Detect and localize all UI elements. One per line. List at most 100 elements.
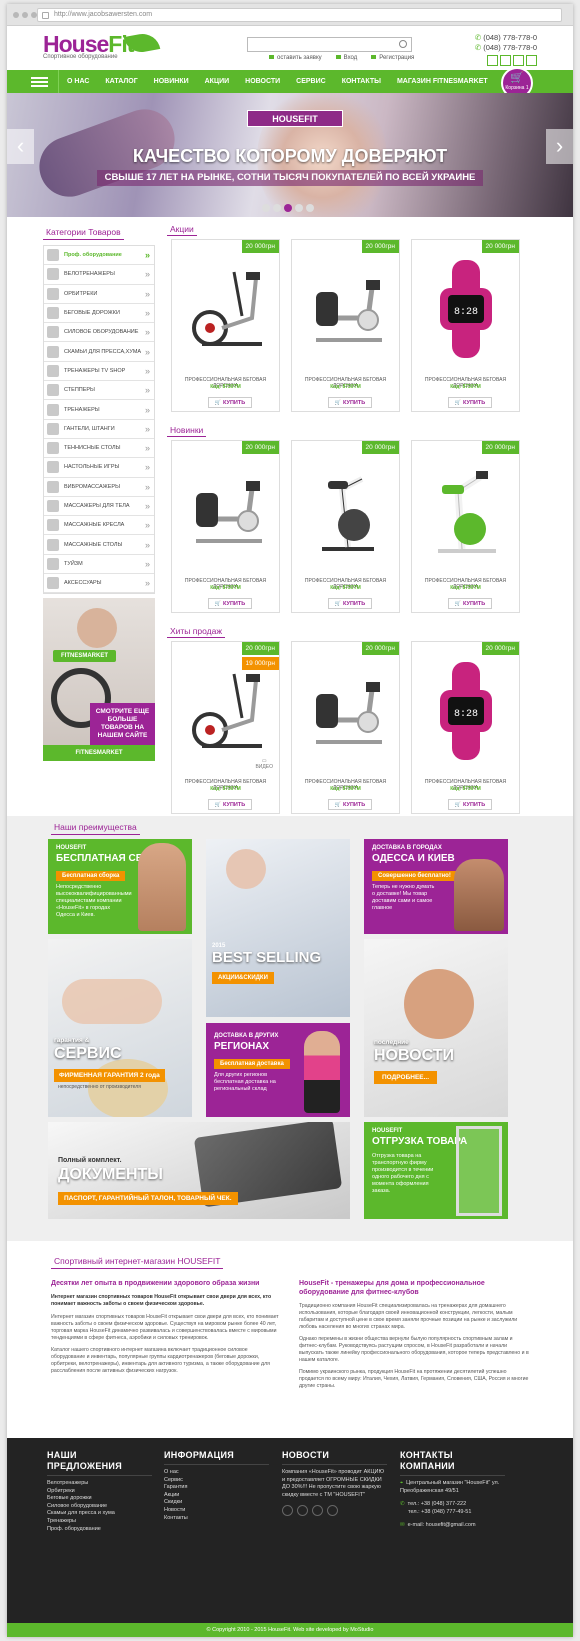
hero-slider[interactable]: HOUSEFIT КАЧЕСТВО КОТОРОМУ ДОВЕРЯЮТ СВЫШ… bbox=[7, 93, 573, 217]
login-link[interactable]: Вход bbox=[336, 55, 358, 61]
footer-link[interactable]: О нас bbox=[164, 1469, 269, 1477]
buy-button[interactable]: КУПИТЬ bbox=[208, 397, 252, 408]
search-icon[interactable] bbox=[399, 40, 407, 48]
product-card[interactable]: 20 000грн 19 000грн ▭ ВИДЕО ПРОФЕССИОНАЛЬНАЯ… bbox=[171, 641, 280, 814]
buy-button[interactable]: КУПИТЬ bbox=[448, 799, 492, 810]
category-item[interactable]: МАССАЖНЫЕ СТОЛЫ bbox=[44, 535, 154, 555]
tile-delivery-regions[interactable]: ДОСТАВКА В ДРУГИХ РЕГИОНАХ Бесплатная до… bbox=[206, 1023, 350, 1117]
footer-link[interactable]: Беговые дорожки bbox=[47, 1495, 152, 1503]
product-image[interactable] bbox=[302, 459, 390, 561]
twitter-icon[interactable] bbox=[297, 1505, 308, 1517]
product-card[interactable]: 20 000грн ПРОФЕССИОНАЛЬНАЯ БЕГОВАЯ ДОРОЖК… bbox=[171, 239, 280, 412]
tile-best-selling[interactable]: 2015 BEST SELLING АКЦИИ&СКИДКИ bbox=[206, 839, 350, 1017]
facebook-icon[interactable] bbox=[500, 55, 511, 66]
product-image[interactable] bbox=[302, 660, 390, 762]
slider-prev-arrow-icon[interactable]: ‹ bbox=[7, 129, 34, 164]
buy-button[interactable]: КУПИТЬ bbox=[328, 397, 372, 408]
video-icon[interactable]: ▭ ВИДЕО bbox=[255, 758, 273, 770]
footer-link[interactable]: Сервис bbox=[164, 1477, 269, 1485]
footer-link[interactable]: Велотренажеры bbox=[47, 1480, 152, 1488]
nav-item-contacts[interactable]: КОНТАКТЫ bbox=[334, 70, 389, 93]
menu-icon[interactable] bbox=[31, 75, 48, 89]
buy-button[interactable]: КУПИТЬ bbox=[448, 598, 492, 609]
product-image[interactable] bbox=[302, 258, 390, 360]
nav-item-about[interactable]: О НАС bbox=[58, 70, 97, 93]
product-image[interactable] bbox=[182, 459, 270, 561]
category-item[interactable]: ВИБРОМАССАЖЕРЫ bbox=[44, 478, 154, 497]
buy-button[interactable]: КУПИТЬ bbox=[328, 799, 372, 810]
slider-dot[interactable] bbox=[262, 204, 270, 212]
slider-dot[interactable] bbox=[306, 204, 314, 212]
footer-news-text[interactable]: Компания «HouseFit» проводит АКЦИЮ и пре… bbox=[282, 1469, 387, 1499]
category-item[interactable]: ГАНТЕЛИ, ШТАНГИ bbox=[44, 420, 154, 439]
product-image[interactable] bbox=[182, 660, 270, 762]
product-image[interactable]: 8:28 bbox=[422, 258, 510, 360]
product-card[interactable]: 20 000грн ПРОФЕССИОНАЛЬНАЯ БЕГОВАЯ ДОРОЖК… bbox=[171, 440, 280, 613]
category-item[interactable]: СИЛОВОЕ ОБОРУДОВАНИЕ bbox=[44, 323, 154, 343]
footer-link[interactable]: Проф. оборудование bbox=[47, 1526, 152, 1534]
category-item[interactable]: СКАМЬИ ДЛЯ ПРЕССА,ХУМА bbox=[44, 342, 154, 362]
tile-warranty-service[interactable]: гарантия & СЕРВИС ФИРМЕННАЯ ГАРАНТИЯ 2 г… bbox=[48, 939, 192, 1117]
product-card[interactable]: 20 000грн ПРОФЕССИОНАЛЬНАЯ БЕГОВАЯ ДОРОЖК… bbox=[291, 239, 400, 412]
product-image[interactable]: 8:28 bbox=[422, 660, 510, 762]
logo[interactable]: HouseFit Спортивное оборудование bbox=[43, 31, 161, 60]
facebook-icon[interactable] bbox=[282, 1505, 293, 1517]
tile-delivery-odessa-kiev[interactable]: ДОСТАВКА В ГОРОДАХ ОДЕССА И КИЕВ Соверше… bbox=[364, 839, 508, 934]
slider-next-arrow-icon[interactable]: › bbox=[546, 129, 573, 164]
twitter-icon[interactable] bbox=[513, 55, 524, 66]
product-card[interactable]: 20 000грн ПРОФЕССИОНАЛЬНАЯ БЕГОВАЯ ДОРОЖК… bbox=[291, 641, 400, 814]
category-item[interactable]: ТРЕНАЖЕРЫ TV SHOP bbox=[44, 362, 154, 382]
nav-item-sales[interactable]: АКЦИИ bbox=[197, 70, 238, 93]
category-item[interactable]: МАССАЖЕРЫ ДЛЯ ТЕЛА bbox=[44, 497, 154, 517]
product-card[interactable]: 20 000грн ПРОФЕССИОНАЛЬНАЯ БЕГОВАЯ ДОРОЖК… bbox=[291, 440, 400, 613]
vk-icon[interactable] bbox=[312, 1505, 323, 1517]
footer-link[interactable]: Новости bbox=[164, 1507, 269, 1515]
group-title[interactable]: Новинки bbox=[167, 425, 207, 437]
slider-dot[interactable] bbox=[284, 204, 292, 212]
footer-link[interactable]: Акции bbox=[164, 1492, 269, 1500]
category-item[interactable]: МАССАЖНЫЕ КРЕСЛА bbox=[44, 516, 154, 536]
buy-button[interactable]: КУПИТЬ bbox=[208, 598, 252, 609]
vk-icon[interactable] bbox=[487, 55, 498, 66]
footer-link[interactable]: Силовое оборудование bbox=[47, 1503, 152, 1511]
odnoklassniki-icon[interactable] bbox=[526, 55, 537, 66]
window-controls[interactable] bbox=[13, 12, 37, 18]
category-item[interactable]: АКСЕССУАРЫ bbox=[44, 574, 154, 594]
buy-button[interactable]: КУПИТЬ bbox=[448, 397, 492, 408]
category-item[interactable]: НАСТОЛЬНЫЕ ИГРЫ bbox=[44, 458, 154, 478]
tile-free-assembly[interactable]: HOUSEFIT БЕСПЛАТНАЯ СБОРКА Бесплатная сб… bbox=[48, 839, 192, 934]
search-input[interactable] bbox=[247, 37, 412, 52]
category-item[interactable]: ТУЙЗМ bbox=[44, 555, 154, 575]
group-title[interactable]: Акции bbox=[167, 224, 197, 236]
footer-link[interactable]: Скамьи для пресса и хума bbox=[47, 1510, 152, 1518]
product-image[interactable] bbox=[182, 258, 270, 360]
buy-button[interactable]: КУПИТЬ bbox=[208, 799, 252, 810]
promo-banner[interactable]: FITNESMARKET СМОТРИТЕ ЕЩЕ БОЛЬШЕ ТОВАРОВ… bbox=[43, 598, 155, 762]
category-item[interactable]: ТРЕНАЖЕРЫ bbox=[44, 400, 154, 420]
footer-link[interactable]: Орбитреки bbox=[47, 1488, 152, 1496]
footer-link[interactable]: Тренажеры bbox=[47, 1518, 152, 1526]
footer-link[interactable]: Контакты bbox=[164, 1515, 269, 1523]
nav-item-catalog[interactable]: КАТАЛОГ bbox=[97, 70, 145, 93]
tile-shipping[interactable]: HOUSEFIT ОТГРУЗКА ТОВАРА Отгрузка товара… bbox=[364, 1122, 508, 1219]
category-item[interactable]: ОРБИТРЕКИ bbox=[44, 285, 154, 304]
nav-item-fitnesmarket[interactable]: МАГАЗИН FITNESMARKET bbox=[389, 70, 496, 93]
tile-latest-news[interactable]: последние НОВОСТИ ПОДРОБНЕЕ... bbox=[364, 939, 508, 1117]
request-link[interactable]: оставить заявку bbox=[269, 55, 322, 61]
category-item[interactable]: ТЕННИСНЫЕ СТОЛЫ bbox=[44, 439, 154, 459]
slider-dot[interactable] bbox=[273, 204, 281, 212]
footer-link[interactable]: Гарантия bbox=[164, 1484, 269, 1492]
group-title[interactable]: Хиты продаж bbox=[167, 626, 226, 638]
nav-item-new[interactable]: НОВИНКИ bbox=[146, 70, 197, 93]
google-plus-icon[interactable] bbox=[327, 1505, 338, 1517]
register-link[interactable]: Регистрация bbox=[371, 55, 414, 61]
category-item[interactable]: БЕГОВЫЕ ДОРОЖКИ bbox=[44, 304, 154, 324]
footer-email[interactable]: e-mail: housefit@gmail.com bbox=[408, 1522, 476, 1528]
category-item[interactable]: ВЕЛОТРЕНАЖЕРЫ bbox=[44, 265, 154, 285]
slider-dot[interactable] bbox=[295, 204, 303, 212]
address-bar[interactable]: http://www.jacobsawersten.com bbox=[37, 8, 562, 22]
product-image[interactable] bbox=[422, 459, 510, 561]
nav-item-service[interactable]: СЕРВИС bbox=[288, 70, 334, 93]
tile-documents[interactable]: Полный комплект. ДОКУМЕНТЫ ПАСПОРТ, ГАРА… bbox=[48, 1122, 350, 1219]
product-card[interactable]: 20 000грн ПРОФЕССИОНАЛЬНАЯ БЕГОВАЯ ДОРОЖК… bbox=[411, 440, 520, 613]
